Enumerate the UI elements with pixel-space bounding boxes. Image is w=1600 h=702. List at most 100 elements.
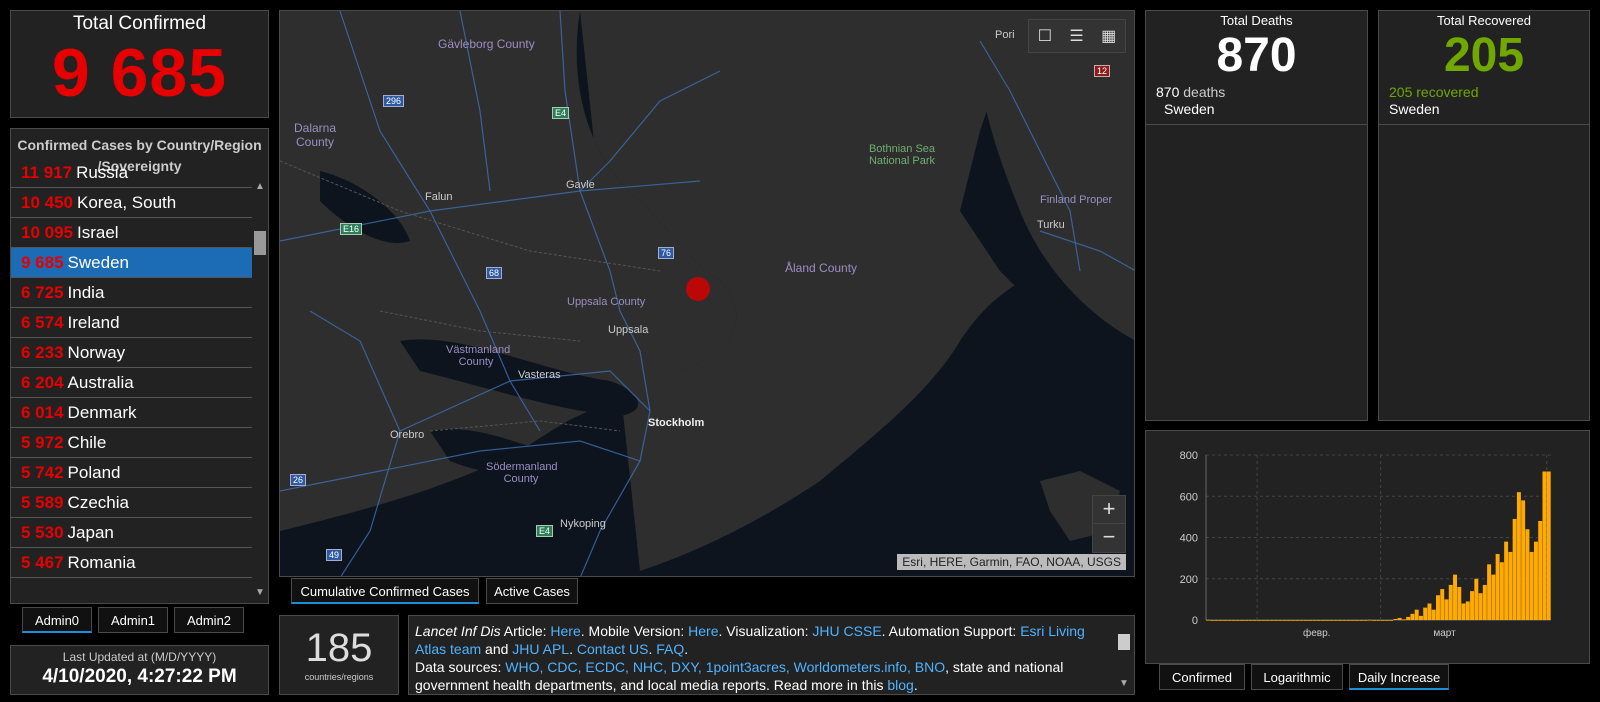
data-sources-link[interactable]: WHO, CDC, ECDC, NHC, DXY, 1point3acres, … <box>505 659 945 675</box>
chart-bar <box>1269 620 1274 621</box>
y-tick-label: 200 <box>1180 574 1198 586</box>
chart-bar <box>1367 619 1372 621</box>
deaths-detail[interactable]: 870 deaths Sweden <box>1146 84 1367 125</box>
chart-bar <box>1470 591 1475 620</box>
chart-bar <box>1414 609 1419 620</box>
map-view[interactable]: Gävleborg County Dalarna County Falun Ga… <box>279 10 1135 577</box>
tab-active-cases[interactable]: Active Cases <box>486 578 578 604</box>
tab-admin2[interactable]: Admin2 <box>174 607 244 633</box>
tab-chart-logarithmic[interactable]: Logarithmic <box>1251 664 1343 690</box>
country-list-item[interactable]: 9 685 Sweden <box>11 248 252 278</box>
country-list-item[interactable]: 6 204 Australia <box>11 368 252 398</box>
bookmark-icon[interactable]: ☐ <box>1038 26 1052 46</box>
chart-bar <box>1282 620 1287 621</box>
country-count: 6 204 <box>21 373 64 392</box>
chart-bar <box>1312 620 1317 621</box>
total-recovered-value: 205 <box>1443 29 1525 82</box>
zoom-out-button[interactable]: − <box>1092 523 1126 553</box>
tab-admin0[interactable]: Admin0 <box>22 607 92 633</box>
chart-bar <box>1363 620 1368 621</box>
map-label: Turku <box>1037 219 1065 231</box>
country-list-item[interactable]: 11 917 Russia <box>11 158 252 188</box>
chart-bar <box>1333 620 1338 621</box>
country-name: Japan <box>67 523 114 542</box>
map-label: Åland County <box>785 261 858 275</box>
country-name: Korea, South <box>77 193 177 212</box>
contact-link[interactable]: Contact US <box>577 641 649 657</box>
tab-chart-daily-increase[interactable]: Daily Increase <box>1349 664 1449 690</box>
country-name: Czechia <box>67 493 129 512</box>
map-label: Gävleborg County <box>438 37 535 51</box>
info-text: . <box>684 641 689 657</box>
chart-bar <box>1499 562 1504 620</box>
country-list-item[interactable]: 6 014 Denmark <box>11 398 252 428</box>
chart-bar <box>1372 620 1377 621</box>
country-list-item[interactable]: 6 725 India <box>11 278 252 308</box>
jhu-apl-link[interactable]: JHU APL <box>512 641 569 657</box>
total-recovered-title: Total Recovered <box>1437 13 1531 28</box>
last-updated-panel: Last Updated at (M/D/YYYY) 4/10/2020, 4:… <box>10 645 269 695</box>
chart-bar <box>1431 609 1436 620</box>
chart-bar <box>1350 620 1355 621</box>
info-scrollbar[interactable]: ▼ <box>1118 620 1130 690</box>
chart-bar <box>1461 603 1466 620</box>
scroll-down-icon[interactable]: ▼ <box>254 587 266 599</box>
scroll-thumb[interactable] <box>254 231 266 255</box>
country-name: Romania <box>67 553 136 572</box>
jhu-csse-link[interactable]: JHU CSSE <box>812 623 881 639</box>
list-icon[interactable]: ☰ <box>1069 26 1083 46</box>
scroll-down-icon[interactable]: ▼ <box>1118 678 1130 690</box>
here-mobile-link[interactable]: Here <box>688 623 718 639</box>
chart-bar <box>1248 620 1253 621</box>
scroll-thumb[interactable] <box>1118 634 1130 650</box>
country-list-item[interactable]: 6 233 Norway <box>11 338 252 368</box>
tab-admin1[interactable]: Admin1 <box>98 607 168 633</box>
chart-panel: 0 200 400 600 800 февр. март <box>1145 430 1590 664</box>
map-label: Finland Proper <box>1040 194 1113 206</box>
tab-chart-confirmed[interactable]: Confirmed <box>1159 664 1245 690</box>
country-list-item[interactable]: 10 450 Korea, South <box>11 188 252 218</box>
chart-bar <box>1346 620 1351 621</box>
chart-bar <box>1338 620 1342 621</box>
chart-bar <box>1440 589 1445 620</box>
country-list-item[interactable]: 6 574 Ireland <box>11 308 252 338</box>
country-list-item[interactable]: 5 972 Chile <box>11 428 252 458</box>
blog-link[interactable]: blog <box>887 677 913 693</box>
info-text: Article: <box>500 623 551 639</box>
chart-bar <box>1295 620 1300 621</box>
country-name: Sweden <box>67 253 129 272</box>
zoom-in-button[interactable]: + <box>1092 495 1126 525</box>
country-list-item[interactable]: 5 742 Poland <box>11 458 252 488</box>
country-list-item[interactable]: 5 589 Czechia <box>11 488 252 518</box>
chart-bar <box>1227 620 1232 621</box>
country-count: 5 589 <box>21 493 64 512</box>
country-name: India <box>67 283 105 302</box>
map-label: Nykoping <box>560 518 606 530</box>
country-list-item[interactable]: 10 095 Israel <box>11 218 252 248</box>
here-link[interactable]: Here <box>550 623 580 639</box>
countries-count-panel: 185 countries/regions <box>279 615 399 695</box>
country-count: 10 450 <box>21 193 73 212</box>
country-list-scrollbar[interactable]: ▲ ▼ <box>254 181 266 599</box>
country-list-item[interactable]: 5 467 Romania <box>11 548 252 578</box>
chart-bar <box>1384 620 1389 621</box>
chart-bar <box>1423 607 1428 620</box>
info-text: . Visualization: <box>718 623 813 639</box>
chart-bar <box>1542 471 1547 620</box>
country-name: Russia <box>76 163 129 182</box>
chart-bar <box>1342 620 1347 621</box>
chart-bar <box>1303 620 1308 621</box>
country-name: Poland <box>67 463 121 482</box>
chart-bar <box>1274 620 1279 621</box>
scroll-up-icon[interactable]: ▲ <box>254 181 266 193</box>
chart-bar <box>1210 620 1215 621</box>
recovered-detail[interactable]: 205 recovered Sweden <box>1379 84 1589 125</box>
country-list-item[interactable]: 5 530 Japan <box>11 518 252 548</box>
faq-link[interactable]: FAQ <box>656 641 684 657</box>
tab-cumulative-confirmed[interactable]: Cumulative Confirmed Cases <box>291 578 479 604</box>
chart-bar <box>1478 593 1483 620</box>
info-text: . Mobile Version: <box>580 623 689 639</box>
qr-grid-icon[interactable]: ▦ <box>1101 26 1116 46</box>
country-name: Ireland <box>67 313 120 332</box>
chart-bar <box>1529 551 1534 620</box>
